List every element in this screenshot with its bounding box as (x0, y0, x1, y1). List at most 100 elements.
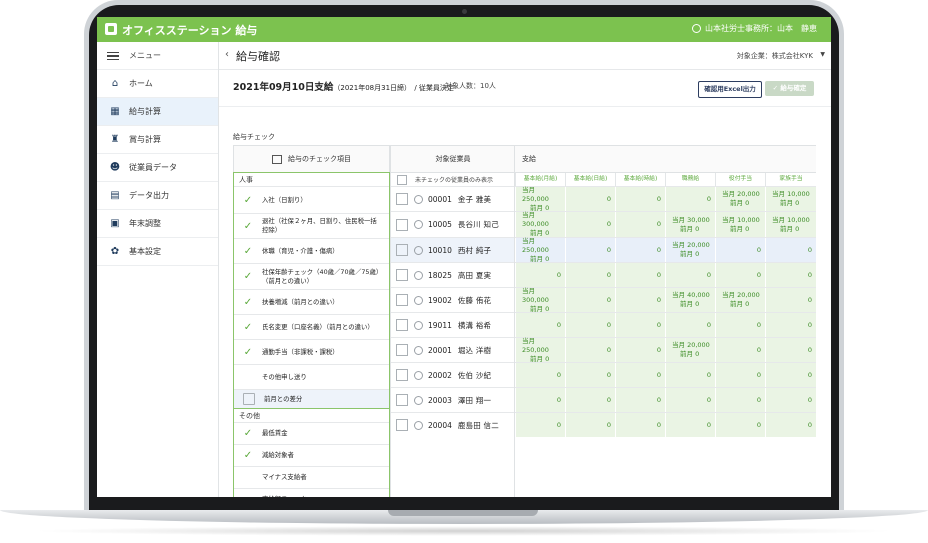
back-chevron-icon[interactable]: ‹ (225, 49, 229, 60)
payment-cell[interactable]: 0 (565, 187, 615, 211)
payment-cell[interactable]: 0 (515, 413, 565, 437)
table-row[interactable]: 00001 金子 雅美 (391, 186, 515, 211)
table-row[interactable]: 18025 高田 夏実 (391, 262, 515, 287)
check-item[interactable]: ✓ 入社（日割り） (234, 186, 389, 213)
table-row[interactable]: 20003 澤田 翔一 (391, 387, 515, 412)
table-row[interactable]: 20002 佐伯 沙紀 (391, 362, 515, 387)
check-item[interactable]: ✓ 通勤手当（非課税・課税） (234, 339, 389, 364)
payment-cell[interactable]: 当月 20,000 前月 0 (715, 187, 765, 211)
sidebar-item[interactable]: ▦ 給与計算 (97, 98, 218, 126)
payment-cell[interactable]: 当月 300,000 前月 0 (515, 287, 565, 313)
payment-cell[interactable]: 当月 20,000 前月 0 (715, 288, 765, 312)
check-item[interactable]: ✓ 減給対象者 (234, 444, 389, 466)
row-checkbox[interactable] (396, 394, 408, 406)
payment-cell[interactable]: 0 (765, 313, 816, 337)
check-item[interactable]: マイナス支給者 (234, 466, 389, 488)
payment-cell[interactable]: 0 (565, 212, 615, 237)
excel-export-button[interactable]: 確認用Excel出力 (698, 81, 762, 98)
row-checkbox[interactable] (396, 269, 408, 281)
check-item[interactable]: 支給額チェック (234, 488, 389, 497)
payment-cell[interactable]: 0 (565, 313, 615, 337)
checkbox[interactable] (243, 393, 255, 405)
payment-cell[interactable]: 0 (765, 363, 816, 387)
payment-cell[interactable]: 0 (765, 288, 816, 312)
payment-cell[interactable]: 0 (715, 263, 765, 287)
table-row[interactable]: 10010 西村 純子 (391, 237, 515, 262)
payment-cell[interactable]: 0 (715, 363, 765, 387)
payment-cell[interactable]: 0 (565, 388, 615, 412)
payment-cell[interactable]: 当月 250,000 前月 0 (515, 237, 565, 263)
table-row[interactable]: 19002 佐藤 侑花 (391, 287, 515, 312)
payment-cell[interactable]: 0 (765, 413, 816, 437)
row-checkbox[interactable] (396, 244, 408, 256)
payment-cell[interactable]: 0 (715, 388, 765, 412)
table-row[interactable]: 20004 鹿島田 信二 (391, 412, 515, 437)
check-item[interactable]: ✓ 休職（育児・介護・傷病） (234, 238, 389, 263)
payment-cell[interactable]: 当月 10,000 前月 0 (765, 187, 816, 211)
filter-checkbox[interactable] (397, 174, 407, 185)
check-item[interactable]: ✓ 社保年齢チェック（40歳／70歳／75歳）（前月との違い） (234, 263, 389, 289)
payment-cell[interactable]: 0 (565, 288, 615, 312)
payment-cell[interactable]: 当月 20,000 前月 0 (665, 338, 715, 362)
row-checkbox[interactable] (396, 344, 408, 356)
payment-cell[interactable]: 0 (715, 338, 765, 362)
menu-toggle[interactable]: メニュー (97, 42, 218, 70)
sidebar-item[interactable]: ▣ 年末調整 (97, 210, 218, 238)
payment-cell[interactable]: 0 (515, 388, 565, 412)
company-selector[interactable]: 対象企業：株式会社KYK (737, 51, 813, 61)
payment-cell[interactable]: 0 (715, 413, 765, 437)
payment-cell[interactable]: 0 (665, 313, 715, 337)
row-checkbox[interactable] (396, 218, 408, 231)
sidebar-item[interactable]: ▤ データ出力 (97, 182, 218, 210)
table-row[interactable]: 10005 長谷川 知己 (391, 211, 515, 237)
unchecked-filter[interactable]: 未チェックの従業員のみ表示 (391, 172, 515, 186)
payment-cell[interactable]: 0 (565, 413, 615, 437)
payment-cell[interactable]: 当月 10,000 前月 0 (715, 212, 765, 237)
chevron-down-icon[interactable]: ▼ (820, 51, 825, 58)
payment-cell[interactable]: 0 (615, 238, 665, 262)
payment-cell[interactable]: 0 (615, 187, 665, 211)
payment-cell[interactable]: 0 (515, 363, 565, 387)
payment-cell[interactable]: 0 (765, 238, 816, 262)
row-checkbox[interactable] (396, 193, 408, 205)
check-item[interactable]: ✓ 扶養増減（前月との違い） (234, 289, 389, 314)
payment-cell[interactable]: 0 (565, 338, 615, 362)
payment-cell[interactable]: 当月 250,000 前月 0 (515, 337, 565, 363)
check-item[interactable]: 前月との差分 (234, 389, 389, 408)
check-item[interactable]: ✓ 最低賃金 (234, 422, 389, 444)
payment-cell[interactable]: 0 (765, 388, 816, 412)
payment-cell[interactable]: 0 (515, 263, 565, 287)
row-checkbox[interactable] (396, 319, 408, 331)
payment-cell[interactable]: 0 (565, 263, 615, 287)
row-checkbox[interactable] (396, 294, 408, 306)
row-checkbox[interactable] (396, 369, 408, 381)
payment-cell[interactable]: 0 (665, 363, 715, 387)
confirm-payroll-button[interactable]: ✓ 給与確定 (765, 81, 814, 96)
payment-cell[interactable]: 0 (665, 187, 715, 211)
sidebar-item[interactable]: ⌂ ホーム (97, 70, 218, 98)
payment-cell[interactable]: 0 (665, 413, 715, 437)
payment-cell[interactable]: 0 (615, 413, 665, 437)
table-row[interactable]: 19011 横溝 裕希 (391, 312, 515, 337)
check-item[interactable]: その他申し送り (234, 364, 389, 389)
sidebar-item[interactable]: ✿ 基本設定 (97, 238, 218, 266)
payment-cell[interactable]: 0 (615, 212, 665, 237)
payment-cell[interactable]: 0 (765, 338, 816, 362)
payment-cell[interactable]: 0 (615, 288, 665, 312)
user-menu[interactable]: 山本社労士事務所：山本 静恵 (692, 23, 817, 34)
payment-cell[interactable]: 0 (615, 363, 665, 387)
payment-cell[interactable]: 0 (615, 263, 665, 287)
payment-cell[interactable]: 当月 300,000 前月 0 (515, 211, 565, 237)
payment-cell[interactable]: 0 (715, 238, 765, 262)
payment-cell[interactable]: 0 (665, 263, 715, 287)
payment-cell[interactable]: 0 (565, 238, 615, 262)
payment-cell[interactable]: 当月 10,000 前月 0 (765, 212, 816, 237)
payment-cell[interactable]: 当月 40,000 前月 0 (665, 288, 715, 312)
sidebar-item[interactable]: ☻ 従業員データ (97, 154, 218, 182)
payment-cell[interactable]: 0 (665, 388, 715, 412)
payment-cell[interactable]: 当月 250,000 前月 0 (515, 186, 565, 212)
payment-cell[interactable]: 当月 20,000 前月 0 (665, 238, 715, 262)
payment-cell[interactable]: 0 (515, 313, 565, 337)
payment-cell[interactable]: 0 (715, 313, 765, 337)
check-item[interactable]: ✓ 退社（社保２ヶ月、日割り、住民税一括控除） (234, 213, 389, 238)
